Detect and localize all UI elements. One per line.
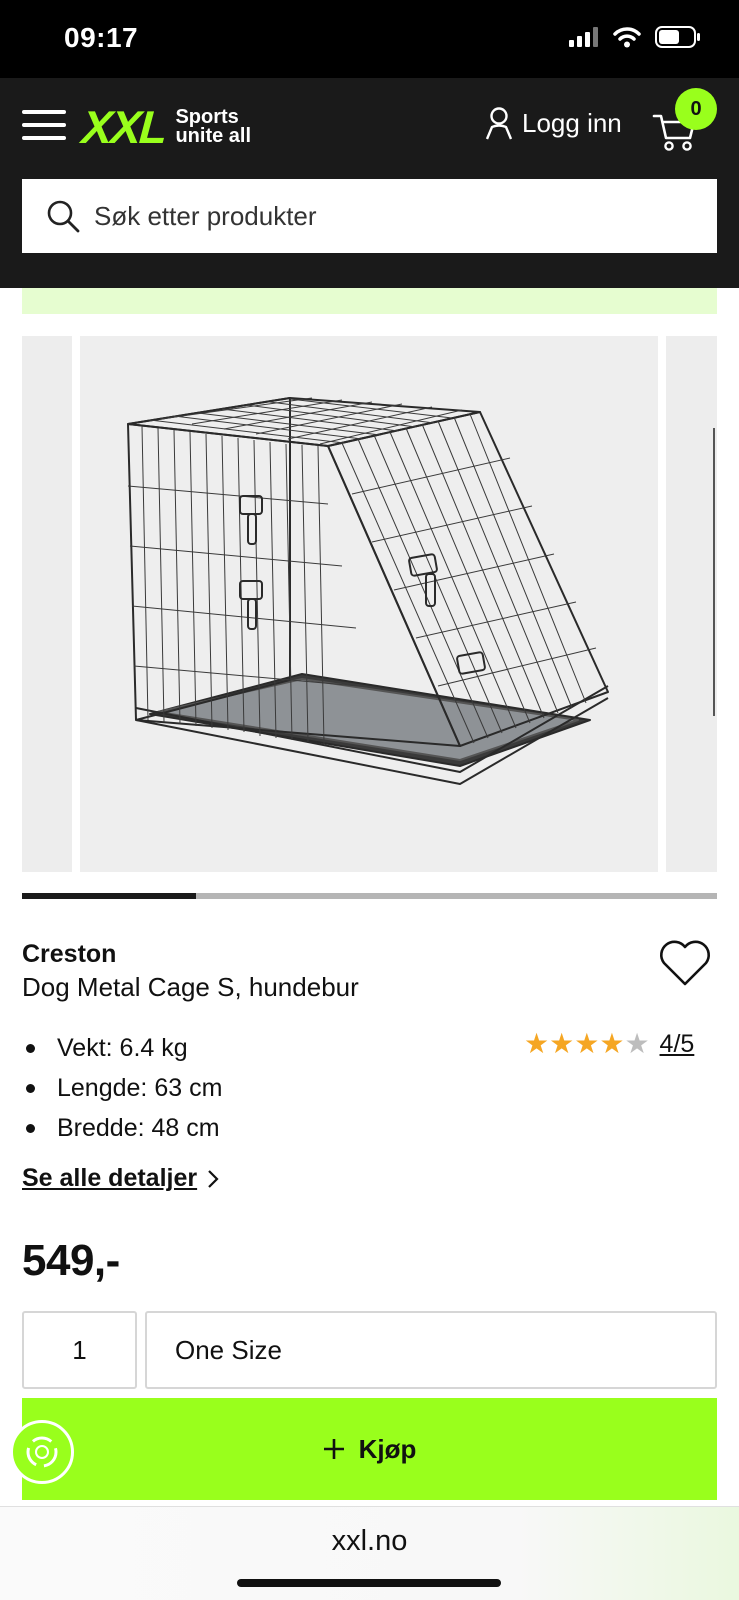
product-price: 549,- (22, 1236, 120, 1285)
logo-tagline: Sports unite all (175, 107, 252, 147)
spec-item: Vekt: 6.4 kg (22, 1028, 222, 1068)
gallery-progress-fill (22, 893, 196, 899)
login-label: Logg inn (522, 107, 622, 138)
plus-icon (323, 1439, 344, 1459)
details-link-label: Se alle detaljer (22, 1164, 198, 1192)
product-brand[interactable]: Creston (22, 940, 116, 969)
product-rating[interactable]: ★★★★★ 4/5 (524, 1028, 694, 1060)
spec-item: Bredde: 48 cm (22, 1108, 222, 1148)
star-icon: ★ (549, 1028, 575, 1059)
product-title: Dog Metal Cage S, hundebur (22, 972, 359, 1002)
product-gallery[interactable] (22, 336, 717, 872)
status-time: 09:17 (64, 22, 139, 53)
recycle-icon (26, 1436, 58, 1468)
product-image[interactable] (80, 336, 658, 872)
cart-count-badge[interactable]: 0 (675, 88, 717, 130)
status-bar: 09:17 (0, 0, 739, 78)
gallery-slide-next[interactable] (666, 336, 717, 872)
promo-banner[interactable] (22, 288, 717, 314)
heart-icon[interactable] (658, 938, 712, 988)
signal-icon (569, 27, 598, 47)
gallery-slide-previous[interactable] (22, 336, 72, 872)
star-icon: ★ (624, 1028, 650, 1059)
wifi-icon (613, 27, 641, 48)
product-specs: Vekt: 6.4 kg Lengde: 63 cm Bredde: 48 cm (22, 1028, 222, 1148)
browser-address-bar[interactable]: xxl.no (0, 1506, 739, 1600)
quantity-input[interactable]: 1 (22, 1311, 137, 1389)
logo-tagline-line-2: unite all (175, 125, 252, 147)
see-all-details-link[interactable]: Se alle detaljer (22, 1164, 219, 1193)
logo-mark: XXL (80, 101, 168, 153)
home-indicator (237, 1579, 501, 1587)
star-icon: ★ (599, 1028, 625, 1059)
logo[interactable]: XXL Sports unite all (80, 100, 252, 154)
chat-widget-button[interactable] (10, 1420, 74, 1484)
dog-cage-image (127, 397, 609, 785)
gallery-progress (22, 893, 717, 899)
battery-icon (655, 26, 700, 48)
browser-url[interactable]: xxl.no (0, 1525, 739, 1558)
rating-label[interactable]: 4/5 (660, 1030, 695, 1059)
menu-icon[interactable] (22, 110, 66, 140)
user-icon (485, 107, 513, 140)
search-input[interactable]: Søk etter produkter (22, 179, 717, 253)
chevron-right-icon (208, 1169, 219, 1188)
buy-button[interactable]: Kjøp (22, 1398, 717, 1500)
next-slide-preview (713, 428, 715, 716)
size-select[interactable]: One Size (145, 1311, 717, 1389)
star-icon: ★ (524, 1028, 550, 1059)
login-button[interactable]: Logg inn (484, 106, 622, 140)
site-header: XXL Sports unite all Logg inn 0 Søk ette… (0, 78, 739, 288)
rating-stars: ★★★★★ (524, 1028, 650, 1060)
search-icon (47, 200, 80, 233)
status-icons (569, 26, 701, 48)
search-placeholder: Søk etter produkter (94, 200, 317, 231)
buy-button-label: Kjøp (358, 1433, 417, 1464)
spec-item: Lengde: 63 cm (22, 1068, 222, 1108)
star-icon: ★ (574, 1028, 600, 1059)
